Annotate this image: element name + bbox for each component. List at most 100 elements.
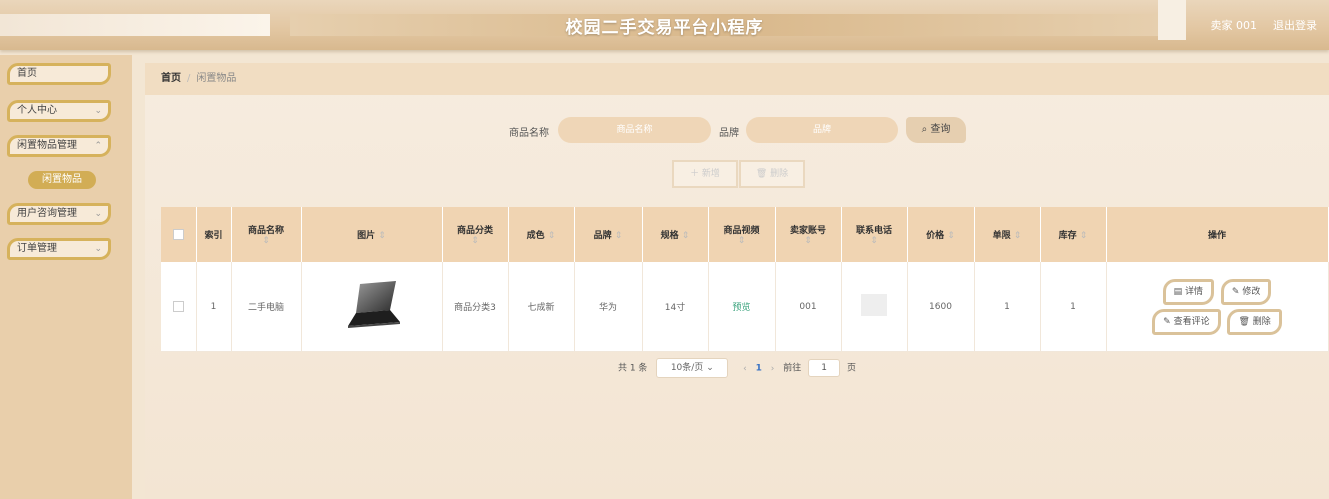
- page-size-select[interactable]: 10条/页 ⌄: [656, 358, 729, 378]
- select-all-header[interactable]: [161, 207, 197, 262]
- sidebar-item-user-consultation[interactable]: 用户咨询管理 ⌄: [7, 203, 111, 225]
- chevron-down-icon: ⌄: [706, 363, 714, 373]
- column-header[interactable]: 卖家账号 ⇕: [775, 207, 842, 262]
- pencil-icon: ✎: [1163, 316, 1171, 327]
- search-name-input[interactable]: [558, 117, 711, 143]
- column-header[interactable]: 商品分类 ⇕: [442, 207, 509, 262]
- goto-page-input[interactable]: 1: [808, 359, 841, 377]
- cell-category: 商品分类3: [442, 262, 509, 352]
- sort-icon[interactable]: ⇕: [947, 231, 955, 241]
- top-bar: 校园二手交易平台小程序 卖家 001 退出登录: [0, 0, 1329, 50]
- sort-icon[interactable]: ⇕: [262, 236, 270, 246]
- column-header[interactable]: 品牌 ⇕: [574, 207, 643, 262]
- select-all-checkbox[interactable]: [172, 229, 184, 240]
- cell-operations: ▤ 详情 ✎ 修改 ✎ 查看评论 🗑 删除: [1106, 262, 1329, 352]
- chevron-down-icon: ⌄: [94, 209, 102, 219]
- sidebar-item-order-management[interactable]: 订单管理 ⌄: [7, 238, 111, 260]
- logout-link[interactable]: 退出登录: [1273, 17, 1317, 33]
- header-label: 价格: [926, 231, 945, 241]
- goto-label: 前往: [783, 363, 802, 374]
- row-select-cell[interactable]: [161, 262, 197, 352]
- sidebar-item-personal-center[interactable]: 个人中心 ⌄: [7, 100, 111, 122]
- cell-spec: 14寸: [642, 262, 709, 352]
- header-label: 规格: [660, 231, 679, 241]
- column-header[interactable]: 成色 ⇕: [508, 207, 575, 262]
- sort-icon[interactable]: ⇕: [1014, 231, 1022, 241]
- cell-limit: 1: [974, 262, 1041, 352]
- sidebar-item-idle-goods-management[interactable]: 闲置物品管理 ⌃: [7, 135, 111, 157]
- column-header[interactable]: 单限 ⇕: [974, 207, 1041, 262]
- chevron-down-icon: ⌄: [94, 244, 102, 254]
- sort-icon[interactable]: ⇕: [738, 236, 746, 246]
- page-unit-label: 页: [847, 363, 857, 374]
- cell-condition: 七成新: [508, 262, 575, 352]
- edit-label: 修改: [1242, 286, 1261, 297]
- header-label: 单限: [992, 231, 1011, 241]
- next-page-button[interactable]: ›: [771, 364, 775, 374]
- column-header[interactable]: 联系电话 ⇕: [841, 207, 908, 262]
- sort-icon[interactable]: ⇕: [615, 231, 623, 241]
- comments-label: 查看评论: [1173, 316, 1210, 327]
- cell-video: 预览: [708, 262, 776, 352]
- header-label: 图片: [357, 231, 376, 241]
- query-label: 查询: [930, 124, 951, 135]
- cell-price: 1600: [907, 262, 975, 352]
- trash-icon: 🗑: [755, 169, 768, 179]
- sidebar-item-label: 首页: [17, 68, 37, 79]
- column-header[interactable]: 图片 ⇕: [301, 207, 443, 262]
- sort-icon[interactable]: ⇕: [870, 236, 878, 246]
- page-number[interactable]: 1: [756, 364, 762, 374]
- sidebar-item-label: 订单管理: [17, 243, 57, 254]
- sort-icon[interactable]: ⇕: [471, 236, 479, 246]
- header-label: 商品视频: [723, 226, 760, 236]
- prev-page-button[interactable]: ‹: [743, 364, 747, 374]
- view-comments-button[interactable]: ✎ 查看评论: [1152, 308, 1221, 335]
- sort-icon[interactable]: ⇕: [378, 231, 386, 241]
- add-button[interactable]: ＋ 新增: [672, 160, 738, 188]
- delete-selected-button[interactable]: 🗑 删除: [739, 160, 805, 188]
- document-icon: ▤: [1173, 286, 1183, 297]
- cell-seller: 001: [775, 262, 842, 352]
- sidebar-subitem-idle-goods[interactable]: 闲置物品: [28, 171, 96, 189]
- cell-phone: [841, 262, 908, 352]
- sort-icon[interactable]: ⇕: [682, 231, 690, 241]
- detail-button[interactable]: ▤ 详情: [1162, 278, 1215, 305]
- trash-icon: 🗑: [1238, 316, 1250, 327]
- column-header[interactable]: 商品视频 ⇕: [708, 207, 776, 262]
- sort-icon[interactable]: ⇕: [1080, 231, 1088, 241]
- column-header: 索引: [196, 207, 232, 262]
- row-checkbox[interactable]: [172, 301, 184, 312]
- breadcrumb-separator: /: [187, 73, 191, 84]
- header-label: 操作: [1207, 231, 1226, 241]
- sort-icon[interactable]: ⇕: [548, 231, 556, 241]
- query-button[interactable]: ⌕ 查询: [906, 117, 966, 143]
- header-label: 库存: [1058, 231, 1077, 241]
- search-brand-label: 品牌: [719, 128, 739, 139]
- row-delete-button[interactable]: 🗑 删除: [1227, 308, 1282, 335]
- cell-stock: 1: [1040, 262, 1107, 352]
- column-header[interactable]: 库存 ⇕: [1040, 207, 1107, 262]
- sort-icon[interactable]: ⇕: [804, 236, 812, 246]
- sidebar-item-home[interactable]: 首页: [7, 63, 111, 85]
- sidebar: 首页 个人中心 ⌄ 闲置物品管理 ⌃ 闲置物品 用户咨询管理 ⌄ 订单管理 ⌄: [0, 55, 132, 499]
- search-icon: ⌕: [921, 124, 928, 135]
- header-label: 品牌: [593, 231, 612, 241]
- search-name-label: 商品名称: [509, 128, 549, 139]
- breadcrumb: 首页 / 闲置物品: [145, 63, 1329, 95]
- cell-image: [301, 262, 443, 352]
- total-count: 共 1 条: [617, 363, 648, 374]
- phone-image-placeholder: [861, 294, 887, 316]
- detail-label: 详情: [1185, 286, 1204, 297]
- column-header[interactable]: 商品名称 ⇕: [231, 207, 302, 262]
- edit-button[interactable]: ✎ 修改: [1220, 278, 1272, 305]
- header-label: 商品名称: [247, 226, 284, 236]
- column-header[interactable]: 规格 ⇕: [642, 207, 709, 262]
- video-preview-link[interactable]: 预览: [732, 303, 750, 313]
- cell-index: 1: [196, 262, 232, 352]
- search-brand-input[interactable]: [746, 117, 898, 143]
- column-header[interactable]: 价格 ⇕: [907, 207, 975, 262]
- chevron-up-icon: ⌃: [94, 141, 102, 151]
- breadcrumb-home[interactable]: 首页: [161, 73, 181, 84]
- goods-table: 索引 商品名称 ⇕ 图片 ⇕ 商品分类 ⇕ 成色 ⇕ 品牌 ⇕ 规格 ⇕ 商品视频 ⇕…: [161, 207, 1329, 352]
- breadcrumb-current: 闲置物品: [196, 73, 237, 84]
